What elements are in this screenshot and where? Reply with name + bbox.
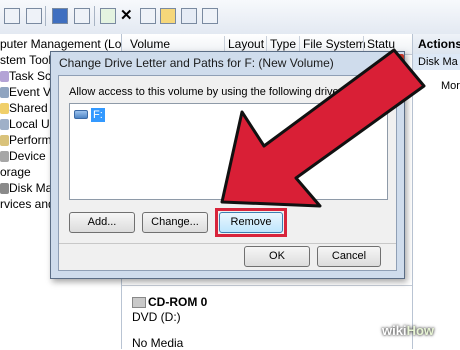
arrow-annotation [220, 48, 426, 208]
watermark-how: How [406, 323, 435, 338]
pointer-arrow-icon [220, 48, 426, 208]
watermark-wiki: wiki [382, 323, 407, 338]
wikihow-watermark: wikiHow [382, 323, 434, 338]
